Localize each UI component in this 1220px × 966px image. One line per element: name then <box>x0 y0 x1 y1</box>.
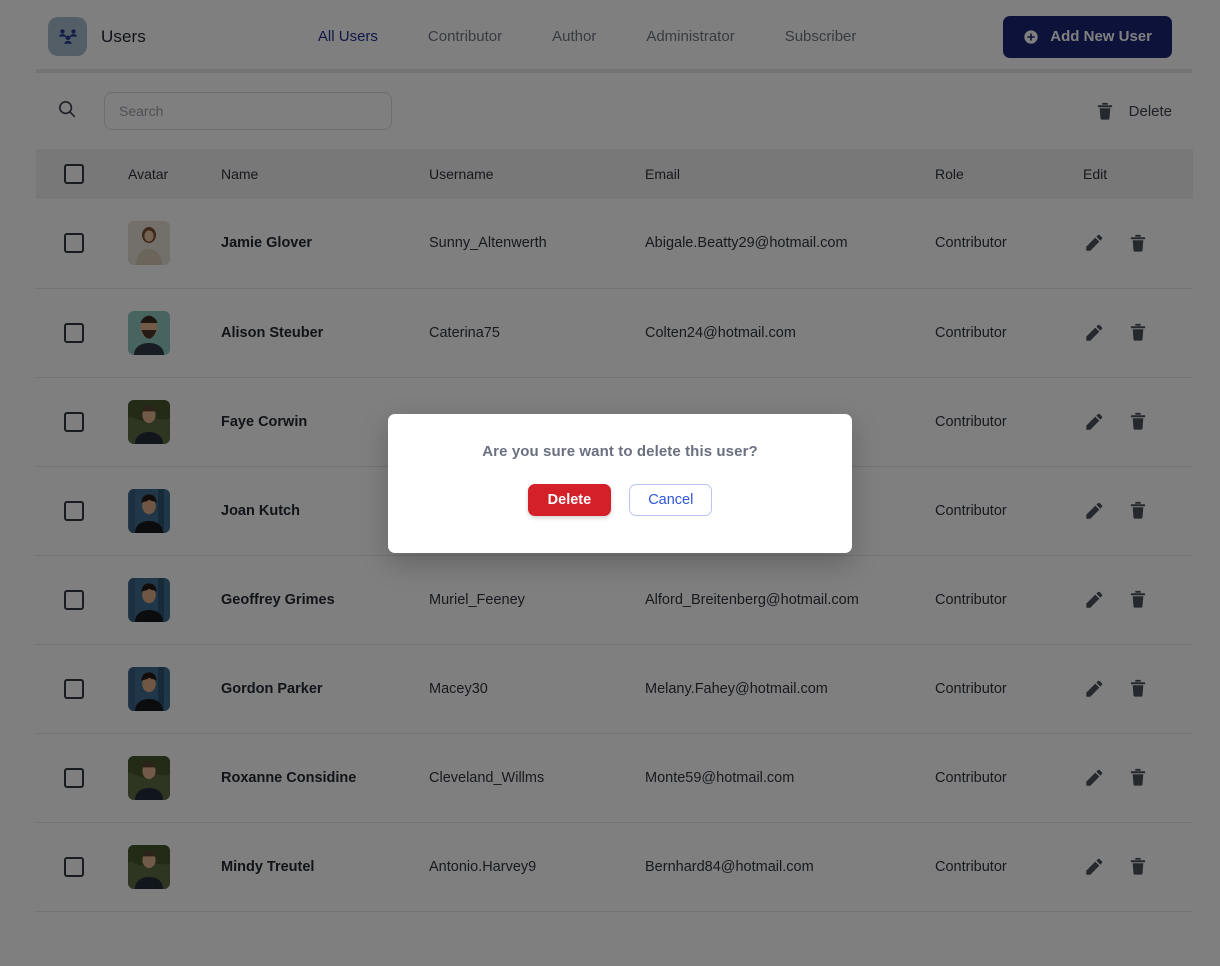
delete-confirmation-dialog: Are you sure want to delete this user? D… <box>388 414 852 553</box>
dialog-message: Are you sure want to delete this user? <box>482 443 758 460</box>
confirm-delete-button[interactable]: Delete <box>527 484 612 516</box>
cancel-button[interactable]: Cancel <box>629 484 713 516</box>
dialog-actions: Delete Cancel <box>527 484 713 516</box>
